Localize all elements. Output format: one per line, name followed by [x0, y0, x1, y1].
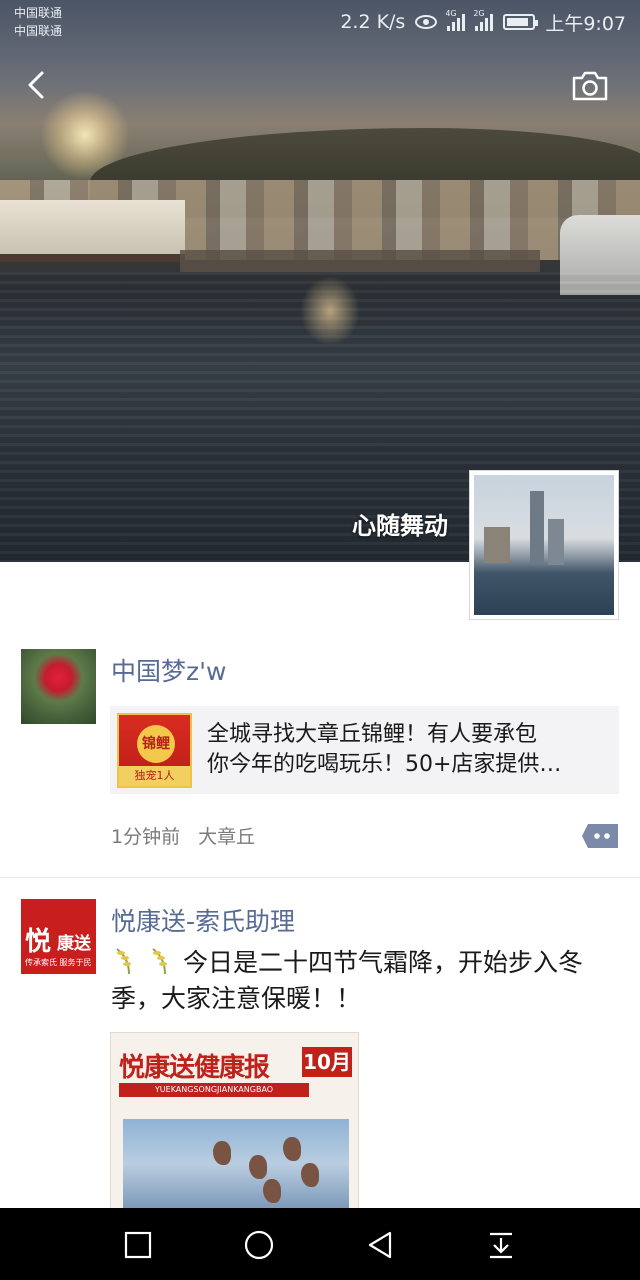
carrier-1: 中国联通	[14, 6, 63, 20]
shared-link-card[interactable]: 锦鲤 独宠1人 全城寻找大章丘锦鲤！有人要承包 你今年的吃喝玩乐！50+店家提供…	[110, 706, 619, 794]
cover-avatar[interactable]	[469, 470, 619, 620]
status-bar: 中国联通 中国联通 2.2 K/s 4G 2G 上午9:07	[0, 0, 640, 44]
post-meta: 1分钟前 大章丘	[111, 822, 255, 849]
signal-4g-icon: 4G	[445, 9, 466, 31]
signal-4g-label: 4G	[445, 9, 457, 18]
sun-reflection	[300, 276, 360, 346]
carrier-2: 中国联通	[14, 24, 63, 38]
rice-emoji-icon	[116, 948, 131, 975]
newspaper-month: 10月	[302, 1047, 352, 1077]
avatar-tagline: 传承索氏 服务于民	[25, 958, 92, 967]
signal-2g-label: 2G	[473, 9, 485, 18]
thumb-strip: 独宠1人	[119, 766, 190, 786]
frost-leaves-photo	[123, 1119, 349, 1211]
status-right: 2.2 K/s 4G 2G 上午9:07	[340, 9, 626, 35]
post-text: 今日是二十四节气霜降，开始步入冬季，大家注意保暖！！	[111, 945, 619, 1017]
post-image[interactable]: 悦康送健康报 10月 YUEKANGSONGJIANKANGBAO	[110, 1032, 359, 1212]
post-author[interactable]: 中国梦z'w	[111, 652, 226, 688]
newspaper-pinyin: YUEKANGSONGJIANKANGBAO	[119, 1083, 309, 1097]
rice-emoji-icon	[152, 948, 167, 975]
eye-icon	[415, 15, 438, 29]
avatar-char: 悦	[25, 927, 52, 957]
post-avatar[interactable]	[21, 649, 96, 724]
cover-username[interactable]: 心随舞动	[352, 506, 448, 541]
square-icon[interactable]	[123, 1230, 153, 1260]
thumb-badge: 锦鲤	[137, 725, 175, 763]
circle-icon[interactable]	[244, 1230, 274, 1260]
post-location[interactable]: 大章丘	[198, 826, 255, 848]
comment-dots-icon[interactable]	[580, 822, 620, 850]
post-divider	[0, 877, 640, 878]
camera-icon[interactable]	[571, 70, 609, 102]
post-avatar[interactable]: 悦 康送 传承索氏 服务于民	[21, 899, 96, 974]
back-chevron-icon[interactable]	[22, 70, 52, 100]
share-thumbnail: 锦鲤 独宠1人	[117, 713, 192, 788]
post-time: 1分钟前	[111, 826, 181, 848]
network-speed: 2.2 K/s	[340, 11, 406, 33]
share-title: 全城寻找大章丘锦鲤！有人要承包 你今年的吃喝玩乐！50+店家提供…	[207, 720, 607, 780]
pier	[180, 250, 540, 272]
clock: 上午9:07	[545, 12, 626, 35]
newspaper-masthead: 悦康送健康报	[119, 1053, 270, 1083]
triangle-back-icon[interactable]	[365, 1230, 395, 1260]
carrier-labels: 中国联通 中国联通	[14, 4, 62, 40]
avatar-chars: 康送	[57, 934, 91, 954]
avatar-city-photo	[474, 475, 614, 615]
signal-2g-icon: 2G	[473, 9, 494, 31]
share-line-2: 你今年的吃喝玩乐！50+店家提供…	[207, 752, 562, 777]
ferry-left	[0, 200, 185, 262]
system-nav-bar	[0, 1208, 640, 1280]
share-line-1: 全城寻找大章丘锦鲤！有人要承包	[207, 722, 538, 747]
pull-down-icon[interactable]	[486, 1230, 516, 1260]
post-author[interactable]: 悦康送-索氏助理	[111, 902, 295, 938]
battery-icon	[503, 14, 539, 30]
